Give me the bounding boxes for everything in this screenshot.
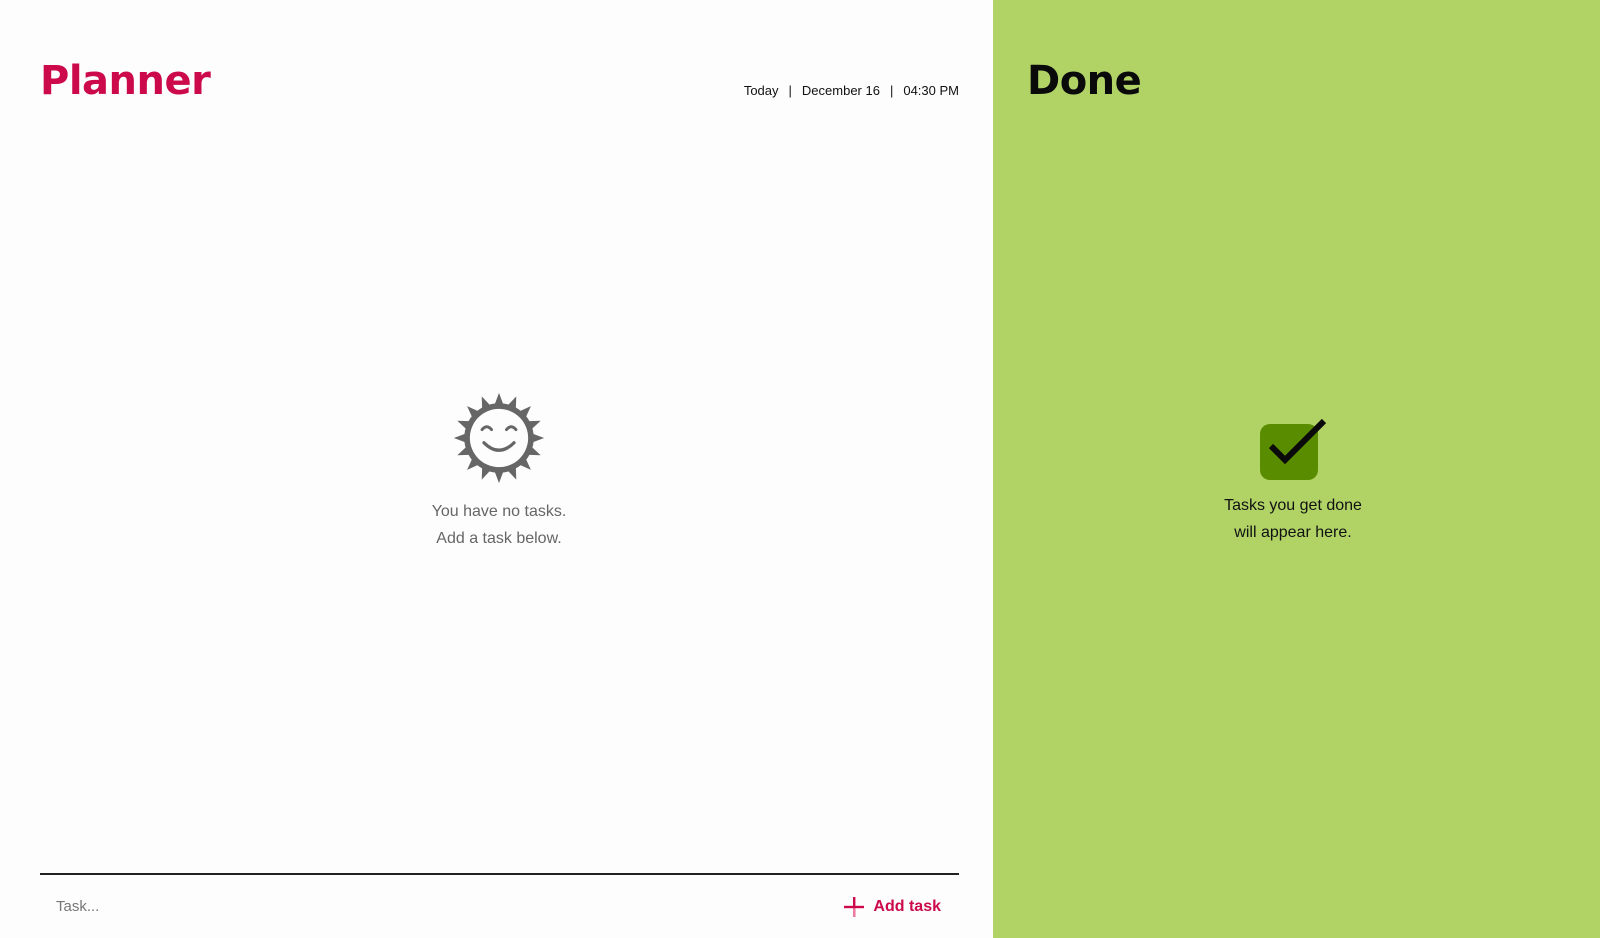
- done-empty-state: Tasks you get done will appear here.: [993, 418, 1593, 546]
- plus-icon: [844, 896, 865, 917]
- done-message-line: Tasks you get done: [1224, 497, 1362, 514]
- smiling-sun-icon: [453, 392, 545, 484]
- planner-title: Planner: [40, 58, 211, 104]
- datetime-separator: |: [788, 83, 792, 98]
- planner-pane: Planner Today | December 16 | 04:30 PM Y…: [0, 0, 993, 938]
- current-time: 04:30 PM: [903, 83, 959, 98]
- datetime-separator: |: [889, 83, 894, 98]
- empty-message-line: You have no tasks.: [431, 503, 567, 520]
- task-input[interactable]: [56, 891, 656, 922]
- app-root: Planner Today | December 16 | 04:30 PM Y…: [0, 0, 1600, 938]
- empty-hint-line: Add a task below.: [436, 530, 562, 547]
- checkbox-check-icon: [1260, 418, 1327, 480]
- planner-empty-state: You have no tasks. Add a task below.: [0, 391, 998, 552]
- today-label: Today: [743, 83, 779, 98]
- done-hint-line: will appear here.: [1234, 524, 1352, 541]
- current-date: December 16: [801, 83, 880, 98]
- add-task-button[interactable]: Add task: [843, 896, 941, 918]
- add-task-label: Add task: [873, 897, 941, 915]
- done-title: Done: [1027, 58, 1142, 104]
- datetime-readout: Today | December 16 | 04:30 PM: [744, 83, 959, 98]
- done-pane: Done Tasks you get done will appear here…: [993, 0, 1600, 938]
- task-entry-bar: Add task: [40, 873, 959, 938]
